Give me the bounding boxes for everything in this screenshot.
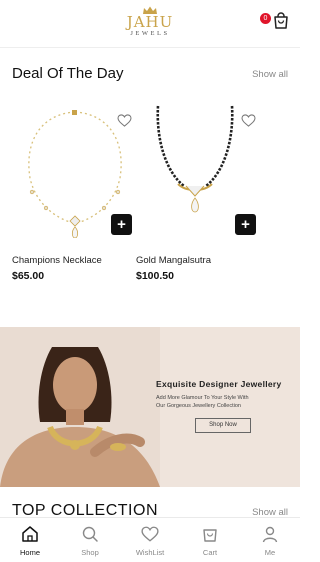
product-card[interactable]: + Champions Necklace $65.00 (12, 100, 138, 290)
cart-count-badge: 0 (260, 13, 271, 24)
tab-cart[interactable]: Cart (180, 518, 240, 562)
add-to-cart-button[interactable]: + (235, 214, 256, 235)
banner-text-line-2: Our Gorgeous Jewellery Collection (156, 403, 241, 409)
cart-icon (274, 12, 288, 29)
deal-section-title: Deal Of The Day (12, 65, 124, 82)
heart-icon[interactable] (241, 114, 256, 127)
tab-label: Me (264, 548, 276, 557)
shop-now-button[interactable]: Shop Now (195, 418, 251, 433)
deal-section-header: Deal Of The Day Show all (12, 62, 288, 82)
tab-wishlist[interactable]: WishList (120, 518, 180, 562)
tab-home[interactable]: Home (0, 518, 60, 562)
add-to-cart-button[interactable]: + (111, 214, 132, 235)
logo-title: JAHU (126, 13, 174, 31)
product-price: $100.50 (136, 270, 174, 282)
product-price: $65.00 (12, 270, 45, 282)
tab-label: WishList (135, 548, 165, 557)
app-header: JAHU JEWELS 0 (0, 0, 300, 48)
banner-text-line-1: Add More Glamour To Your Style With (156, 395, 249, 401)
product-name: Champions Necklace (12, 255, 102, 266)
brand-logo[interactable]: JAHU JEWELS (118, 6, 182, 38)
header-cart-button[interactable]: 0 (260, 11, 290, 31)
product-card[interactable]: + Gold Mangalsutra $100.50 (136, 100, 262, 290)
bottom-tab-bar: Home Shop WishList Cart Me (0, 517, 300, 562)
product-name: Gold Mangalsutra (136, 255, 211, 266)
tab-label: Cart (202, 548, 218, 557)
tab-label: Shop (81, 548, 99, 557)
tab-label: Home (19, 548, 40, 557)
cart-icon (203, 529, 217, 542)
search-icon (82, 526, 98, 542)
promo-banner[interactable]: Exquisite Designer Jewellery Add More Gl… (0, 327, 300, 487)
deal-show-all-link[interactable]: Show all (252, 69, 288, 80)
tab-shop[interactable]: Shop (60, 518, 120, 562)
heart-icon[interactable] (117, 114, 132, 127)
banner-model-image (0, 327, 160, 487)
logo-subtitle: JEWELS (130, 30, 170, 37)
tab-me[interactable]: Me (240, 518, 300, 562)
banner-title: Exquisite Designer Jewellery (156, 379, 282, 389)
heart-icon (141, 526, 159, 542)
user-icon (262, 526, 278, 543)
home-icon (22, 526, 38, 542)
